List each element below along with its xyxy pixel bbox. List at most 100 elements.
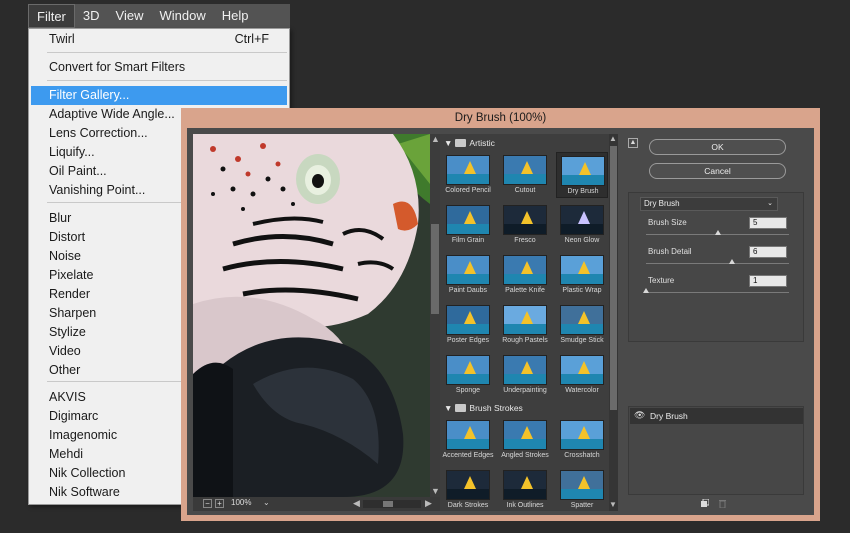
scroll-up-icon[interactable]: ▲ — [431, 134, 440, 144]
sailboat-thumbnail-image — [560, 420, 604, 450]
zoom-out-icon[interactable]: − — [203, 499, 212, 508]
parrot-preview-image — [193, 134, 430, 497]
filter-thumbnail[interactable]: Colored Pencil — [442, 152, 494, 198]
filter-thumbnail[interactable]: Palette Knife — [499, 252, 551, 298]
filter-thumbnail[interactable]: Angled Strokes — [499, 417, 551, 463]
preview-zoom-bar: − + 100% ⌄ ◀ ▶ — [193, 497, 440, 511]
filter-thumbnail[interactable]: Rough Pastels — [499, 302, 551, 348]
param-value-input[interactable]: 6 — [749, 246, 787, 258]
menu-item-filter-gallery[interactable]: Filter Gallery... — [31, 86, 287, 105]
new-effect-layer-icon[interactable] — [700, 499, 709, 508]
scroll-right-icon[interactable]: ▶ — [425, 498, 432, 509]
filter-thumbnail-label: Poster Edges — [446, 337, 490, 344]
sailboat-thumbnail-image — [503, 355, 547, 385]
menu-item-convert-smart-filters[interactable]: Convert for Smart Filters — [31, 58, 287, 77]
trash-icon[interactable] — [718, 499, 727, 508]
effect-layers-panel: 👁 Dry Brush — [628, 406, 804, 495]
sailboat-thumbnail-image — [446, 420, 490, 450]
effect-layer[interactable]: 👁 Dry Brush — [630, 408, 803, 424]
menu-help[interactable]: Help — [214, 4, 257, 28]
filter-thumbnail[interactable]: Sponge — [442, 352, 494, 398]
expand-down-icon: ▼ — [444, 138, 453, 148]
menu-bar: Filter 3D View Window Help — [28, 4, 290, 28]
folder-artistic[interactable]: ▼ Artistic — [440, 136, 618, 150]
menu-filter[interactable]: Filter — [28, 4, 75, 28]
sailboat-thumbnail-image — [446, 205, 490, 235]
sailboat-thumbnail-image — [446, 255, 490, 285]
filter-thumbnail[interactable]: Neon Glow — [556, 202, 608, 248]
sailboat-thumbnail-image — [446, 470, 490, 500]
chevron-down-icon[interactable]: ⌄ — [263, 498, 270, 507]
slider-knob[interactable] — [714, 230, 721, 235]
zoom-level[interactable]: 100% — [231, 498, 251, 507]
filter-list-scrollbar[interactable]: ▲ ▼ — [609, 134, 618, 511]
photoshop-workspace: Filter 3D View Window Help Twirl Ctrl+F … — [0, 0, 850, 533]
shortcut-label: Ctrl+F — [234, 32, 269, 46]
sailboat-thumbnail-image — [560, 355, 604, 385]
filter-thumbnail-label: Accented Edges — [442, 452, 494, 459]
param-value-input[interactable]: 1 — [749, 275, 787, 287]
filter-thumbnail-label: Underpainting — [503, 387, 547, 394]
filter-thumbnail[interactable]: Film Grain — [442, 202, 494, 248]
sailboat-thumbnail-image — [446, 155, 490, 185]
eye-icon[interactable]: 👁 — [634, 410, 645, 421]
scroll-down-icon[interactable]: ▼ — [431, 486, 440, 496]
preview-horizontal-scrollbar[interactable] — [363, 500, 421, 508]
filter-thumbnail-label: Angled Strokes — [501, 452, 549, 459]
param-slider-track[interactable] — [646, 263, 789, 264]
preview-canvas[interactable] — [193, 134, 430, 497]
param-label: Texture — [648, 276, 675, 285]
filter-thumbnail-label: Ink Outlines — [506, 502, 544, 509]
param-slider-track[interactable] — [646, 292, 789, 293]
menu-separator — [47, 80, 287, 81]
filter-thumbnail-label: Paint Daubs — [448, 287, 488, 294]
slider-knob[interactable] — [643, 288, 649, 293]
folder-brush-strokes[interactable]: ▼ Brush Strokes — [440, 401, 618, 415]
filter-select[interactable]: Dry Brush ⌄ — [640, 197, 778, 211]
dialog-title: Dry Brush (100%) — [454, 112, 547, 124]
filter-thumbnail[interactable]: Underpainting — [499, 352, 551, 398]
sailboat-thumbnail-image — [503, 420, 547, 450]
cancel-button[interactable]: Cancel — [649, 163, 786, 179]
menu-item-last-filter[interactable]: Twirl Ctrl+F — [31, 30, 287, 49]
menu-window[interactable]: Window — [151, 4, 213, 28]
menu-3d[interactable]: 3D — [75, 4, 108, 28]
slider-knob[interactable] — [728, 259, 735, 264]
filter-thumbnail[interactable]: Plastic Wrap — [556, 252, 608, 298]
scroll-thumb[interactable] — [610, 146, 617, 410]
filter-thumbnail[interactable]: Paint Daubs — [442, 252, 494, 298]
filter-thumbnail[interactable]: Accented Edges — [442, 417, 494, 463]
filter-thumbnail[interactable]: Smudge Stick — [556, 302, 608, 348]
filter-thumbnail[interactable]: Crosshatch — [556, 417, 608, 463]
filter-thumbnail[interactable]: Fresco — [499, 202, 551, 248]
filter-thumbnail[interactable]: Poster Edges — [442, 302, 494, 348]
chevron-down-icon: ⌄ — [767, 200, 773, 207]
expand-down-icon: ▼ — [444, 403, 453, 413]
sailboat-thumbnail-image — [503, 255, 547, 285]
param-value-input[interactable]: 5 — [749, 217, 787, 229]
filter-thumbnail-label: Film Grain — [451, 237, 485, 244]
scroll-up-icon[interactable]: ▲ — [609, 134, 617, 143]
scroll-thumb[interactable] — [383, 501, 393, 507]
zoom-in-icon[interactable]: + — [215, 499, 224, 508]
menu-view[interactable]: View — [108, 4, 152, 28]
sailboat-thumbnail-image — [446, 305, 490, 335]
folder-label: Artistic — [469, 138, 495, 148]
collapse-gallery-icon[interactable]: ▲ — [628, 138, 638, 148]
filter-settings: Dry Brush ⌄ Brush Size 5 Brush Detail 6 Text… — [628, 192, 804, 342]
filter-thumbnail[interactable]: Dark Strokes — [442, 467, 494, 513]
scroll-left-icon[interactable]: ◀ — [353, 498, 360, 509]
ok-button[interactable]: OK — [649, 139, 786, 155]
filter-thumbnail[interactable]: Dry Brush — [556, 152, 608, 198]
param-label: Brush Size — [648, 218, 687, 227]
filter-thumbnail[interactable]: Ink Outlines — [499, 467, 551, 513]
filter-thumbnail-label: Sponge — [455, 387, 481, 394]
filter-thumbnail-label: Palette Knife — [505, 287, 545, 294]
filter-thumbnail[interactable]: Spatter — [556, 467, 608, 513]
sailboat-thumbnail-image — [561, 156, 605, 186]
filter-thumbnail[interactable]: Watercolor — [556, 352, 608, 398]
effect-layer-name: Dry Brush — [650, 411, 688, 421]
scroll-down-icon[interactable]: ▼ — [609, 500, 617, 509]
sailboat-thumbnail-image — [560, 470, 604, 500]
filter-thumbnail[interactable]: Cutout — [499, 152, 551, 198]
